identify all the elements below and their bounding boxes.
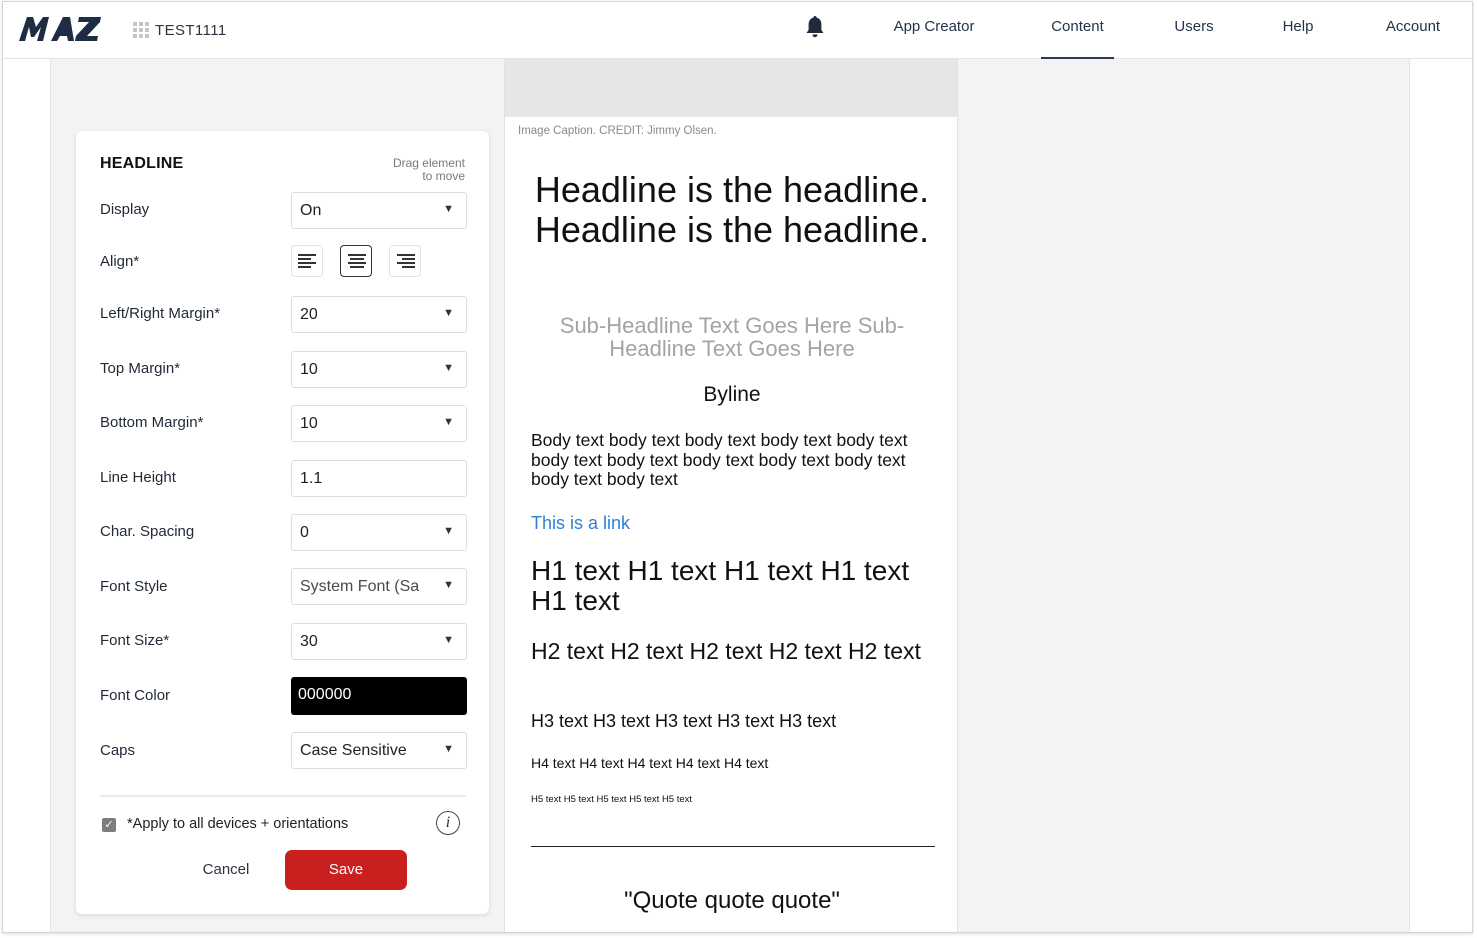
left-right-margin-label: Left/Right Margin* [100,305,221,322]
chevron-down-icon: ▼ [443,203,454,215]
left-gutter [3,59,51,932]
bottom-margin-value: 10 [300,415,318,432]
caps-select[interactable]: Case Sensitive ▼ [291,732,467,769]
font-size-select[interactable]: 30 ▼ [291,623,467,660]
image-placeholder[interactable] [505,59,957,117]
display-value: On [300,202,322,219]
bell-icon[interactable] [805,15,825,39]
font-color-label: Font Color [100,687,171,704]
top-margin-value: 10 [300,361,318,378]
cancel-button[interactable]: Cancel [189,861,263,878]
font-style-value: System Font (Sa [300,578,420,595]
display-select[interactable]: On ▼ [291,192,467,229]
preview-horizontal-rule[interactable] [531,846,935,847]
caps-value: Case Sensitive [300,742,407,759]
font-size-label: Font Size* [100,632,170,649]
nav-content[interactable]: Content [1041,18,1114,35]
char-spacing-value: 0 [300,524,309,541]
maz-logo[interactable] [17,15,121,48]
caps-label: Caps [100,742,136,759]
top-navbar: TEST1111 App Creator Content Users Help … [3,2,1472,59]
nav-help[interactable]: Help [1277,18,1319,35]
preview-subheadline[interactable]: Sub-Headline Text Goes Here Sub-Headline… [531,314,933,360]
chevron-down-icon: ▼ [443,525,454,537]
nav-users[interactable]: Users [1169,18,1219,35]
font-color-input[interactable]: 000000 [291,677,467,715]
project-name[interactable]: TEST1111 [155,22,227,39]
preview-link[interactable]: This is a link [531,513,630,534]
char-spacing-label: Char. Spacing [100,523,195,540]
line-height-label: Line Height [100,469,176,486]
panel-divider [100,795,466,797]
chevron-down-icon: ▼ [443,307,454,319]
image-caption[interactable]: Image Caption. CREDIT: Jimmy Olsen. [518,125,717,137]
chevron-down-icon: ▼ [443,579,454,591]
drag-hint[interactable]: Drag element to move [355,157,465,183]
bottom-margin-select[interactable]: 10 ▼ [291,405,467,442]
chevron-down-icon: ▼ [443,634,454,646]
apply-all-label[interactable]: *Apply to all devices + orientations [127,816,348,832]
panel-title: HEADLINE [100,155,184,172]
left-right-margin-select[interactable]: 20 ▼ [291,296,467,333]
align-label: Align* [100,253,140,270]
align-right-button[interactable] [389,245,421,277]
preview-h2[interactable]: H2 text H2 text H2 text H2 text H2 text [531,639,933,663]
top-margin-select[interactable]: 10 ▼ [291,351,467,388]
info-icon[interactable]: i [436,811,460,835]
canvas-empty-area [959,59,1409,932]
headline-settings-panel: HEADLINE Drag element to move Display On… [76,131,489,914]
preview-h1[interactable]: H1 text H1 text H1 text H1 text H1 text [531,556,941,616]
chevron-down-icon: ▼ [443,743,454,755]
align-center-button[interactable] [340,245,372,277]
font-style-label: Font Style [100,578,168,595]
app-window: TEST1111 App Creator Content Users Help … [2,1,1473,933]
chevron-down-icon: ▼ [443,416,454,428]
top-margin-label: Top Margin* [100,360,181,377]
char-spacing-select[interactable]: 0 ▼ [291,514,467,551]
apply-all-checkbox[interactable]: ✓ [102,818,116,832]
font-style-select[interactable]: System Font (Sa ▼ [291,568,467,605]
nav-app-creator[interactable]: App Creator [889,18,979,35]
preview-body-text[interactable]: Body text body text body text body text … [531,430,933,490]
drag-hint-line2: to move [422,169,465,183]
align-left-button[interactable] [291,245,323,277]
preview-byline[interactable]: Byline [531,383,933,407]
left-right-margin-value: 20 [300,306,318,323]
chevron-down-icon: ▼ [443,362,454,374]
display-label: Display [100,201,150,218]
preview-h3[interactable]: H3 text H3 text H3 text H3 text H3 text [531,711,933,732]
preview-headline[interactable]: Headline is the headline. Headline is th… [531,170,933,250]
align-button-group [291,245,431,279]
preview-h5[interactable]: H5 text H5 text H5 text H5 text H5 text [531,794,933,805]
bottom-margin-label: Bottom Margin* [100,414,204,431]
preview-h4[interactable]: H4 text H4 text H4 text H4 text H4 text [531,755,933,771]
preview-quote[interactable]: "Quote quote quote" [531,887,933,915]
font-size-value: 30 [300,633,318,650]
nav-account[interactable]: Account [1378,18,1448,35]
right-gutter [1409,59,1472,932]
save-button[interactable]: Save [285,850,407,890]
article-preview: Image Caption. CREDIT: Jimmy Olsen. Head… [504,59,958,932]
grid-apps-icon[interactable] [133,22,149,38]
line-height-input[interactable] [291,460,467,497]
